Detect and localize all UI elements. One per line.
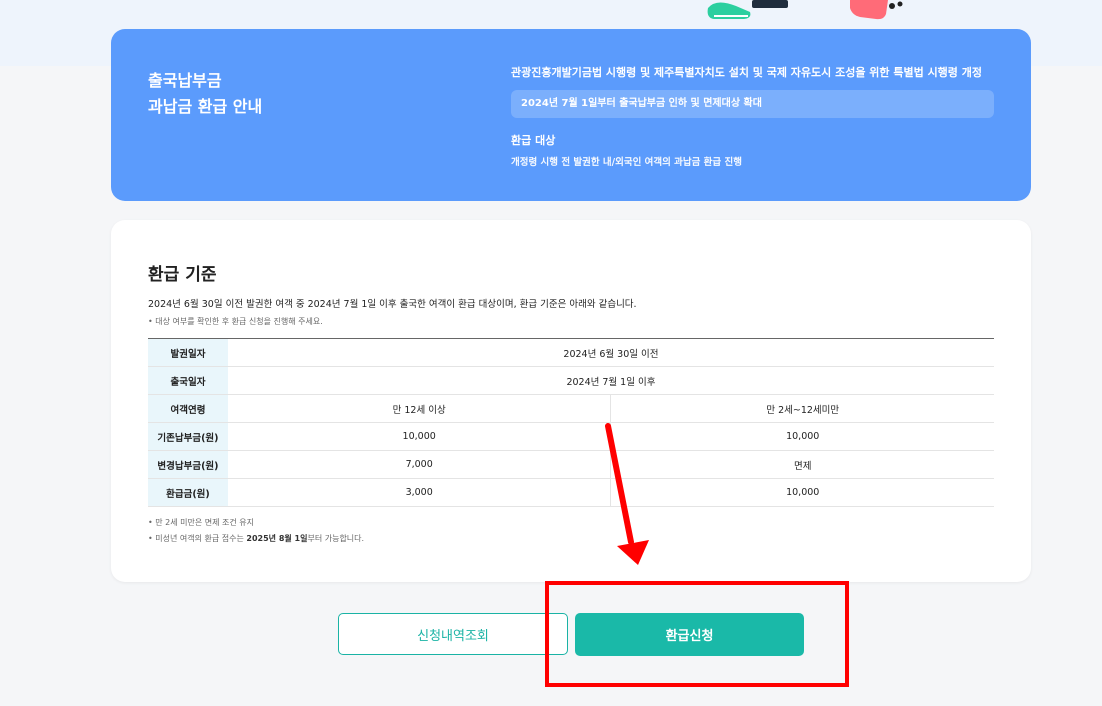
info-title-line1: 출국납부금 — [148, 71, 222, 90]
refund-target-label: 환급 대상 — [511, 134, 556, 147]
row-header-old-fee: 기존납부금(원) — [148, 422, 228, 451]
info-title: 출국납부금 과납금 환급 안내 — [148, 68, 262, 120]
footnote-under2: • 만 2세 미만은 면제 조건 유지 — [148, 518, 255, 527]
annotation-highlight-box — [545, 581, 849, 687]
suitcase-illustration-icon — [850, 0, 903, 20]
age-adult: 만 12세 이상 — [227, 394, 612, 423]
row-header-new-fee: 변경납부금(원) — [148, 450, 228, 479]
info-title-line2: 과납금 환급 안내 — [148, 97, 263, 116]
law-amendment-text: 관광진흥개발기금법 시행령 및 제주특별자치도 설치 및 국제 자유도시 조성을… — [511, 66, 982, 79]
row-header-depart-date: 출국일자 — [148, 366, 228, 395]
refund-target-desc: 개정령 시행 전 발권한 내/외국인 여객의 과납금 환급 진행 — [511, 157, 742, 168]
footnote-minor-date: 2025년 8월 1일 — [246, 534, 308, 543]
footnote-minor-post: 부터 가능합니다. — [307, 534, 365, 543]
application-history-button[interactable]: 신청내역조회 — [338, 613, 568, 655]
criteria-title: 환급 기준 — [148, 265, 217, 285]
row-header-age: 여객연령 — [148, 394, 228, 423]
row-header-refund: 환급금(원) — [148, 478, 228, 507]
table-row: 발권일자 2024년 6월 30일 이전 — [148, 338, 994, 367]
refund-adult: 3,000 — [227, 478, 612, 507]
table-row: 변경납부금(원) 7,000 면제 — [148, 450, 994, 479]
footnote-minor: • 미성년 여객의 환급 접수는 2025년 8월 1일부터 가능합니다. — [148, 533, 364, 544]
table-row: 여객연령 만 12세 이상 만 2세~12세미만 — [148, 394, 994, 423]
table-row: 출국일자 2024년 7월 1일 이후 — [148, 366, 994, 395]
refund-criteria-card: 환급 기준 2024년 6월 30일 이전 발권한 여객 중 2024년 7월 … — [111, 220, 1031, 582]
age-child: 만 2세~12세미만 — [610, 394, 994, 423]
criteria-note: • 대상 여부를 확인한 후 환급 신청을 진행해 주세요. — [148, 317, 323, 326]
refund-child: 10,000 — [610, 478, 994, 507]
shoe-illustration-icon — [707, 0, 788, 19]
table-row: 기존납부금(원) 10,000 10,000 — [148, 422, 994, 451]
footnote-minor-pre: • 미성년 여객의 환급 접수는 — [148, 534, 247, 543]
new-fee-adult: 7,000 — [227, 450, 612, 479]
row-header-issue-date: 발권일자 — [148, 338, 228, 367]
criteria-description: 2024년 6월 30일 이전 발권한 여객 중 2024년 7월 1일 이후 … — [148, 299, 637, 310]
issue-date-value: 2024년 6월 30일 이전 — [227, 338, 994, 367]
info-details: 관광진흥개발기금법 시행령 및 제주특별자치도 설치 및 국제 자유도시 조성을… — [511, 66, 994, 168]
refund-criteria-table: 발권일자 2024년 6월 30일 이전 출국일자 2024년 7월 1일 이후… — [148, 338, 994, 507]
depart-date-value: 2024년 7월 1일 이후 — [227, 366, 994, 395]
old-fee-child: 10,000 — [610, 422, 994, 451]
new-fee-child: 면제 — [610, 450, 994, 479]
annotation-arrow-icon — [605, 423, 649, 565]
table-row: 환급금(원) 3,000 10,000 — [148, 478, 994, 507]
refund-info-card: 출국납부금 과납금 환급 안내 관광진흥개발기금법 시행령 및 제주특별자치도 … — [111, 29, 1031, 201]
notice-box: 2024년 7월 1일부터 출국납부금 인하 및 면제대상 확대 — [511, 90, 994, 118]
old-fee-adult: 10,000 — [227, 422, 612, 451]
